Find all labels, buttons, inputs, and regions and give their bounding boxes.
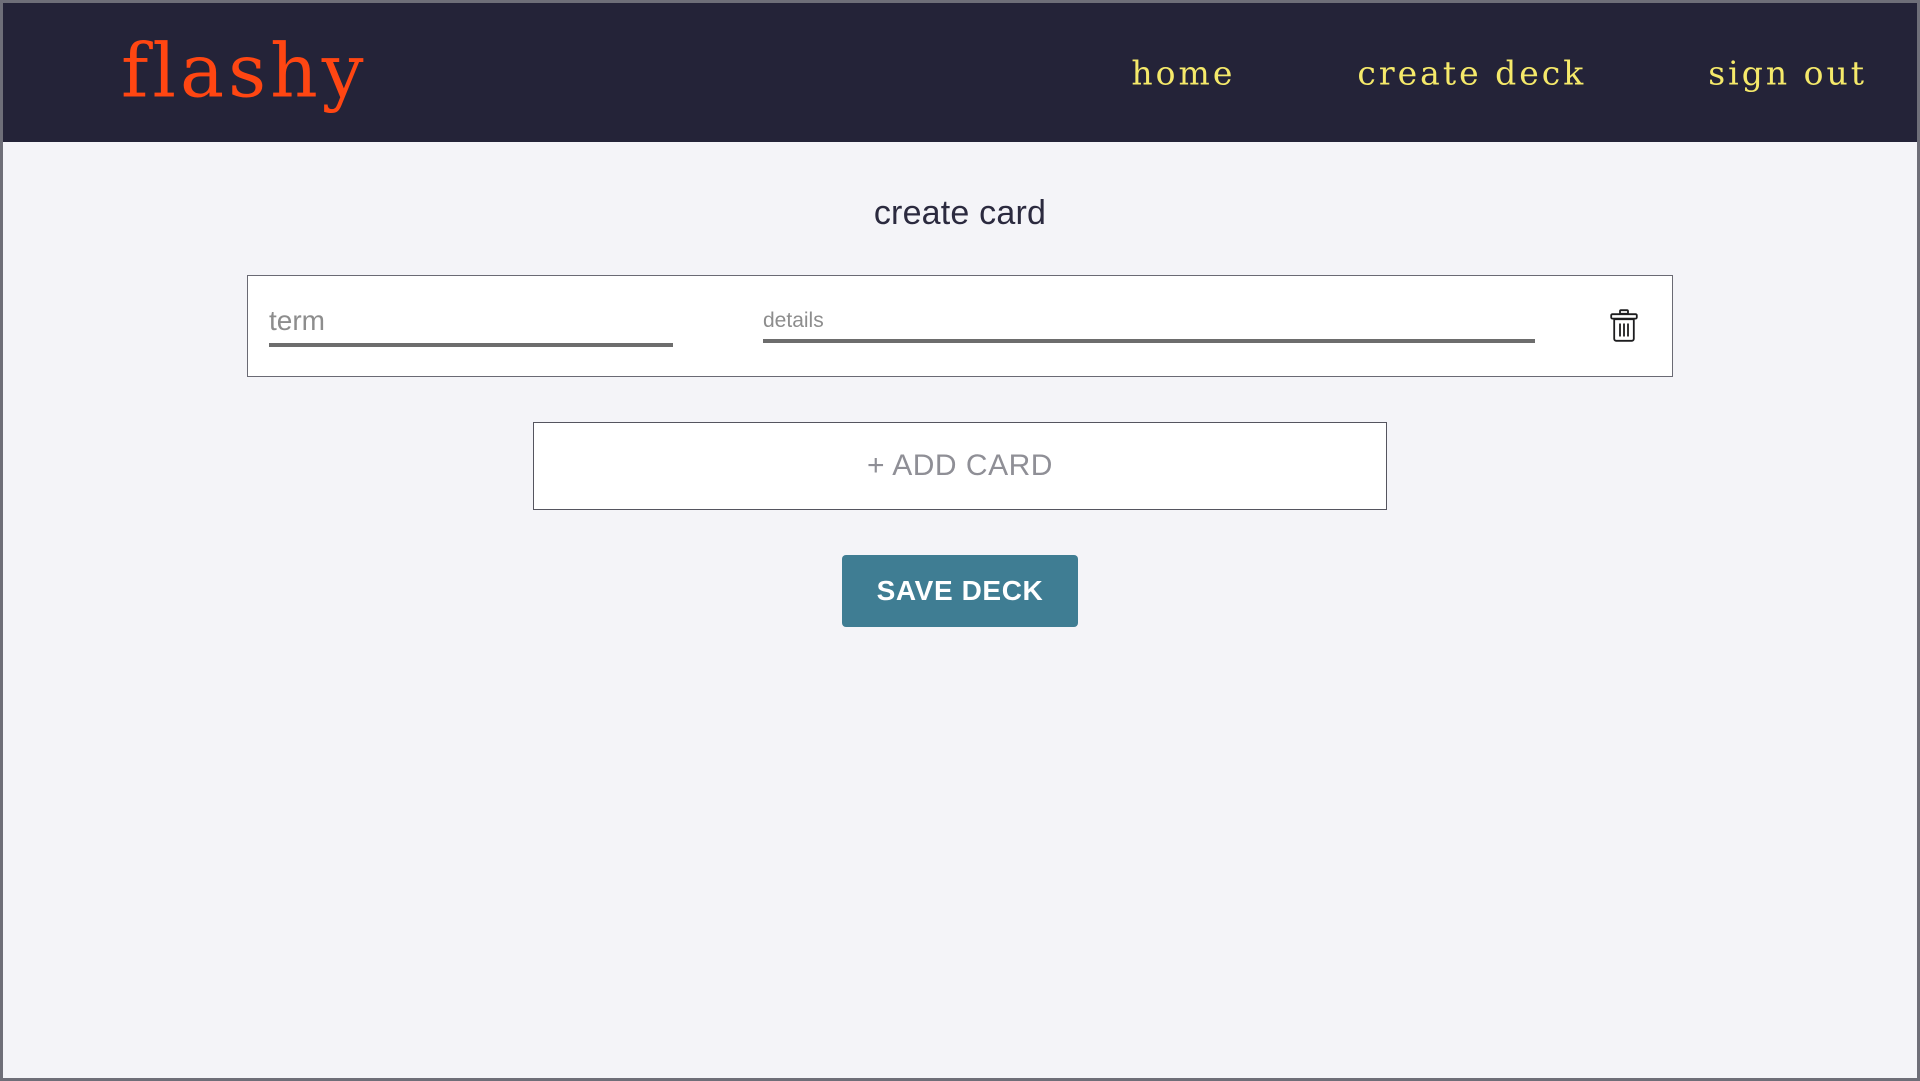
save-deck-section: SAVE DECK [3, 555, 1917, 627]
add-card-section: + ADD CARD [3, 422, 1917, 510]
details-field-wrapper [763, 309, 1535, 343]
card-row [247, 275, 1673, 377]
trash-icon [1609, 309, 1639, 343]
delete-card-button[interactable] [1602, 304, 1646, 348]
card-list [3, 275, 1917, 377]
term-field-wrapper [269, 305, 673, 347]
nav-link-sign-out[interactable]: sign out [1708, 53, 1867, 92]
add-card-button[interactable]: + ADD CARD [533, 422, 1387, 510]
term-input[interactable] [269, 305, 673, 347]
nav-link-home[interactable]: home [1131, 53, 1235, 92]
save-deck-button[interactable]: SAVE DECK [842, 555, 1078, 627]
site-header: flashy home create deck sign out [3, 3, 1917, 142]
details-input[interactable] [763, 309, 1535, 343]
page-title: create card [873, 194, 1047, 232]
main-navigation: home create deck sign out [1131, 53, 1867, 92]
app-root: flashy home create deck sign out create … [3, 3, 1917, 1078]
site-logo[interactable]: flashy [121, 34, 368, 108]
main-content: create card term details + ADD CARD SAVE… [3, 142, 1917, 1078]
nav-link-create-deck[interactable]: create deck [1357, 53, 1586, 92]
